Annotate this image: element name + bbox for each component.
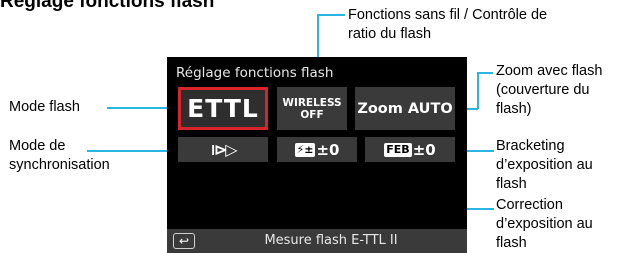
- zoom-value: Zoom AUTO: [357, 100, 453, 117]
- wireless-label: WIRELESS: [282, 96, 342, 109]
- annotation-zoom: Zoom avec flash (couverture du flash): [496, 63, 603, 117]
- annotation-sync-mode: Mode de synchronisation: [9, 138, 110, 173]
- connector-wireless-h: [317, 14, 345, 16]
- wireless-state: OFF: [300, 108, 324, 121]
- metering-label: Mesure flash E-TTL II: [264, 233, 398, 248]
- sync-mode-icon: ⧐▷: [210, 140, 237, 159]
- flash-mode-value: ETTL: [187, 94, 259, 123]
- feb-button[interactable]: FEB ±0: [365, 137, 455, 162]
- zoom-button[interactable]: Zoom AUTO: [355, 87, 455, 130]
- flash-mode-button[interactable]: ETTL: [178, 87, 268, 130]
- feb-icon: FEB: [384, 142, 412, 157]
- flash-compensation-value: ±0: [316, 140, 340, 159]
- annotation-wireless: Fonctions sans fil / Contrôle de ratio d…: [348, 7, 548, 42]
- feb-value: ±0: [412, 140, 436, 159]
- wireless-button[interactable]: WIRELESS OFF: [277, 87, 347, 130]
- annotation-mode-flash: Mode flash: [9, 99, 80, 115]
- camera-screen: Réglage fonctions flash ETTL WIRELESS OF…: [167, 57, 467, 253]
- page-heading: Réglage fonctions flash: [0, 0, 215, 12]
- annotation-feb: Bracketing d’exposition au flash: [496, 138, 593, 192]
- bottom-bar: ↩ Mesure flash E-TTL II: [167, 229, 467, 253]
- flash-exposure-compensation-button[interactable]: ⚡± ±0: [277, 137, 357, 162]
- sync-mode-button[interactable]: ⧐▷: [178, 137, 268, 162]
- connector-zoom-h1: [477, 72, 493, 74]
- connector-mode-flash: [107, 107, 175, 109]
- connector-zoom-v: [477, 72, 479, 109]
- screen-title: Réglage fonctions flash: [176, 65, 334, 81]
- flash-compensation-icon: ⚡±: [294, 142, 316, 157]
- annotation-correction: Correction d’exposition au flash: [496, 197, 593, 251]
